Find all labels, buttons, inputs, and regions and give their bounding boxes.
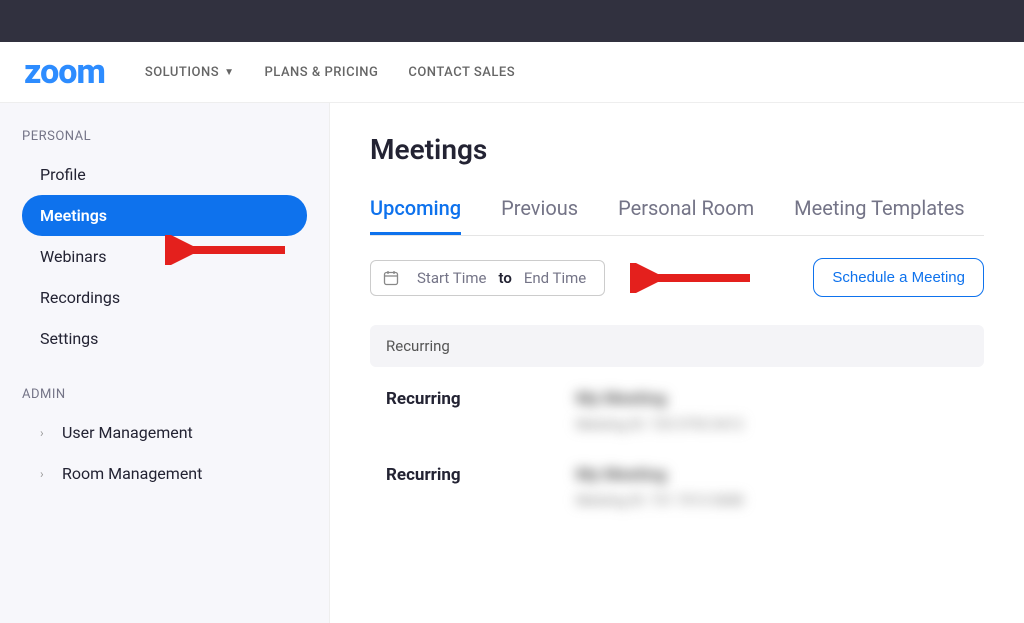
chevron-right-icon: › [40, 467, 52, 481]
tabs: Upcoming Previous Personal Room Meeting … [370, 196, 984, 236]
tab-previous[interactable]: Previous [501, 196, 578, 235]
meeting-row[interactable]: Recurring My Meeting Meeting ID: 731 701… [370, 443, 984, 519]
sidebar-item-recordings[interactable]: Recordings [22, 277, 307, 318]
nav-solutions-label: SOLUTIONS [145, 65, 219, 80]
sidebar-item-user-management[interactable]: › User Management [22, 412, 307, 453]
calendar-icon [383, 270, 399, 286]
sidebar: PERSONAL Profile Meetings Webinars Recor… [0, 103, 330, 623]
sidebar-item-label: Meetings [40, 206, 107, 225]
top-nav: SOLUTIONS ▼ PLANS & PRICING CONTACT SALE… [145, 65, 515, 80]
sidebar-item-label: Recordings [40, 288, 120, 307]
zoom-logo[interactable]: zoom [24, 52, 105, 92]
meeting-id-blurred: Meeting ID: 731 7013 0688 [576, 493, 968, 509]
meeting-title-blurred: My Meeting [576, 465, 968, 485]
main-content: Meetings Upcoming Previous Personal Room… [330, 103, 1024, 623]
schedule-meeting-button[interactable]: Schedule a Meeting [813, 258, 984, 297]
sidebar-item-webinars[interactable]: Webinars [22, 236, 307, 277]
start-time-label: Start Time [417, 269, 486, 287]
nav-solutions[interactable]: SOLUTIONS ▼ [145, 65, 235, 80]
meeting-recurrence-label: Recurring [386, 389, 576, 433]
sidebar-section-admin-label: ADMIN [22, 387, 307, 402]
nav-contact-sales[interactable]: CONTACT SALES [408, 65, 515, 80]
sidebar-section-personal-label: PERSONAL [22, 129, 307, 144]
page-title: Meetings [370, 133, 984, 166]
sidebar-item-label: Webinars [40, 247, 107, 266]
meeting-recurrence-label: Recurring [386, 465, 576, 509]
chevron-right-icon: › [40, 426, 52, 440]
header-bar: zoom SOLUTIONS ▼ PLANS & PRICING CONTACT… [0, 42, 1024, 103]
date-range-filter[interactable]: Start Time to End Time [370, 260, 605, 296]
sidebar-item-profile[interactable]: Profile [22, 154, 307, 195]
sidebar-item-label: Settings [40, 329, 98, 348]
sidebar-item-label: Profile [40, 165, 86, 184]
top-dark-bar [0, 0, 1024, 42]
end-time-label: End Time [524, 269, 586, 287]
sidebar-item-label: User Management [62, 423, 193, 442]
meeting-row[interactable]: Recurring My Meeting Meeting ID: 720 579… [370, 367, 984, 443]
sidebar-item-room-management[interactable]: › Room Management [22, 453, 307, 494]
group-header-recurring: Recurring [370, 325, 984, 367]
nav-contact-sales-label: CONTACT SALES [408, 65, 515, 80]
to-label: to [498, 269, 511, 287]
tab-meeting-templates[interactable]: Meeting Templates [794, 196, 964, 235]
sidebar-item-label: Room Management [62, 464, 202, 483]
nav-plans-pricing-label: PLANS & PRICING [265, 65, 379, 80]
meeting-id-blurred: Meeting ID: 720 5793 0412 [576, 417, 968, 433]
tab-personal-room[interactable]: Personal Room [618, 196, 754, 235]
sidebar-item-meetings[interactable]: Meetings [22, 195, 307, 236]
meeting-title-blurred: My Meeting [576, 389, 968, 409]
tab-upcoming[interactable]: Upcoming [370, 196, 461, 235]
sidebar-item-settings[interactable]: Settings [22, 318, 307, 359]
nav-plans-pricing[interactable]: PLANS & PRICING [265, 65, 379, 80]
caret-down-icon: ▼ [224, 67, 234, 78]
